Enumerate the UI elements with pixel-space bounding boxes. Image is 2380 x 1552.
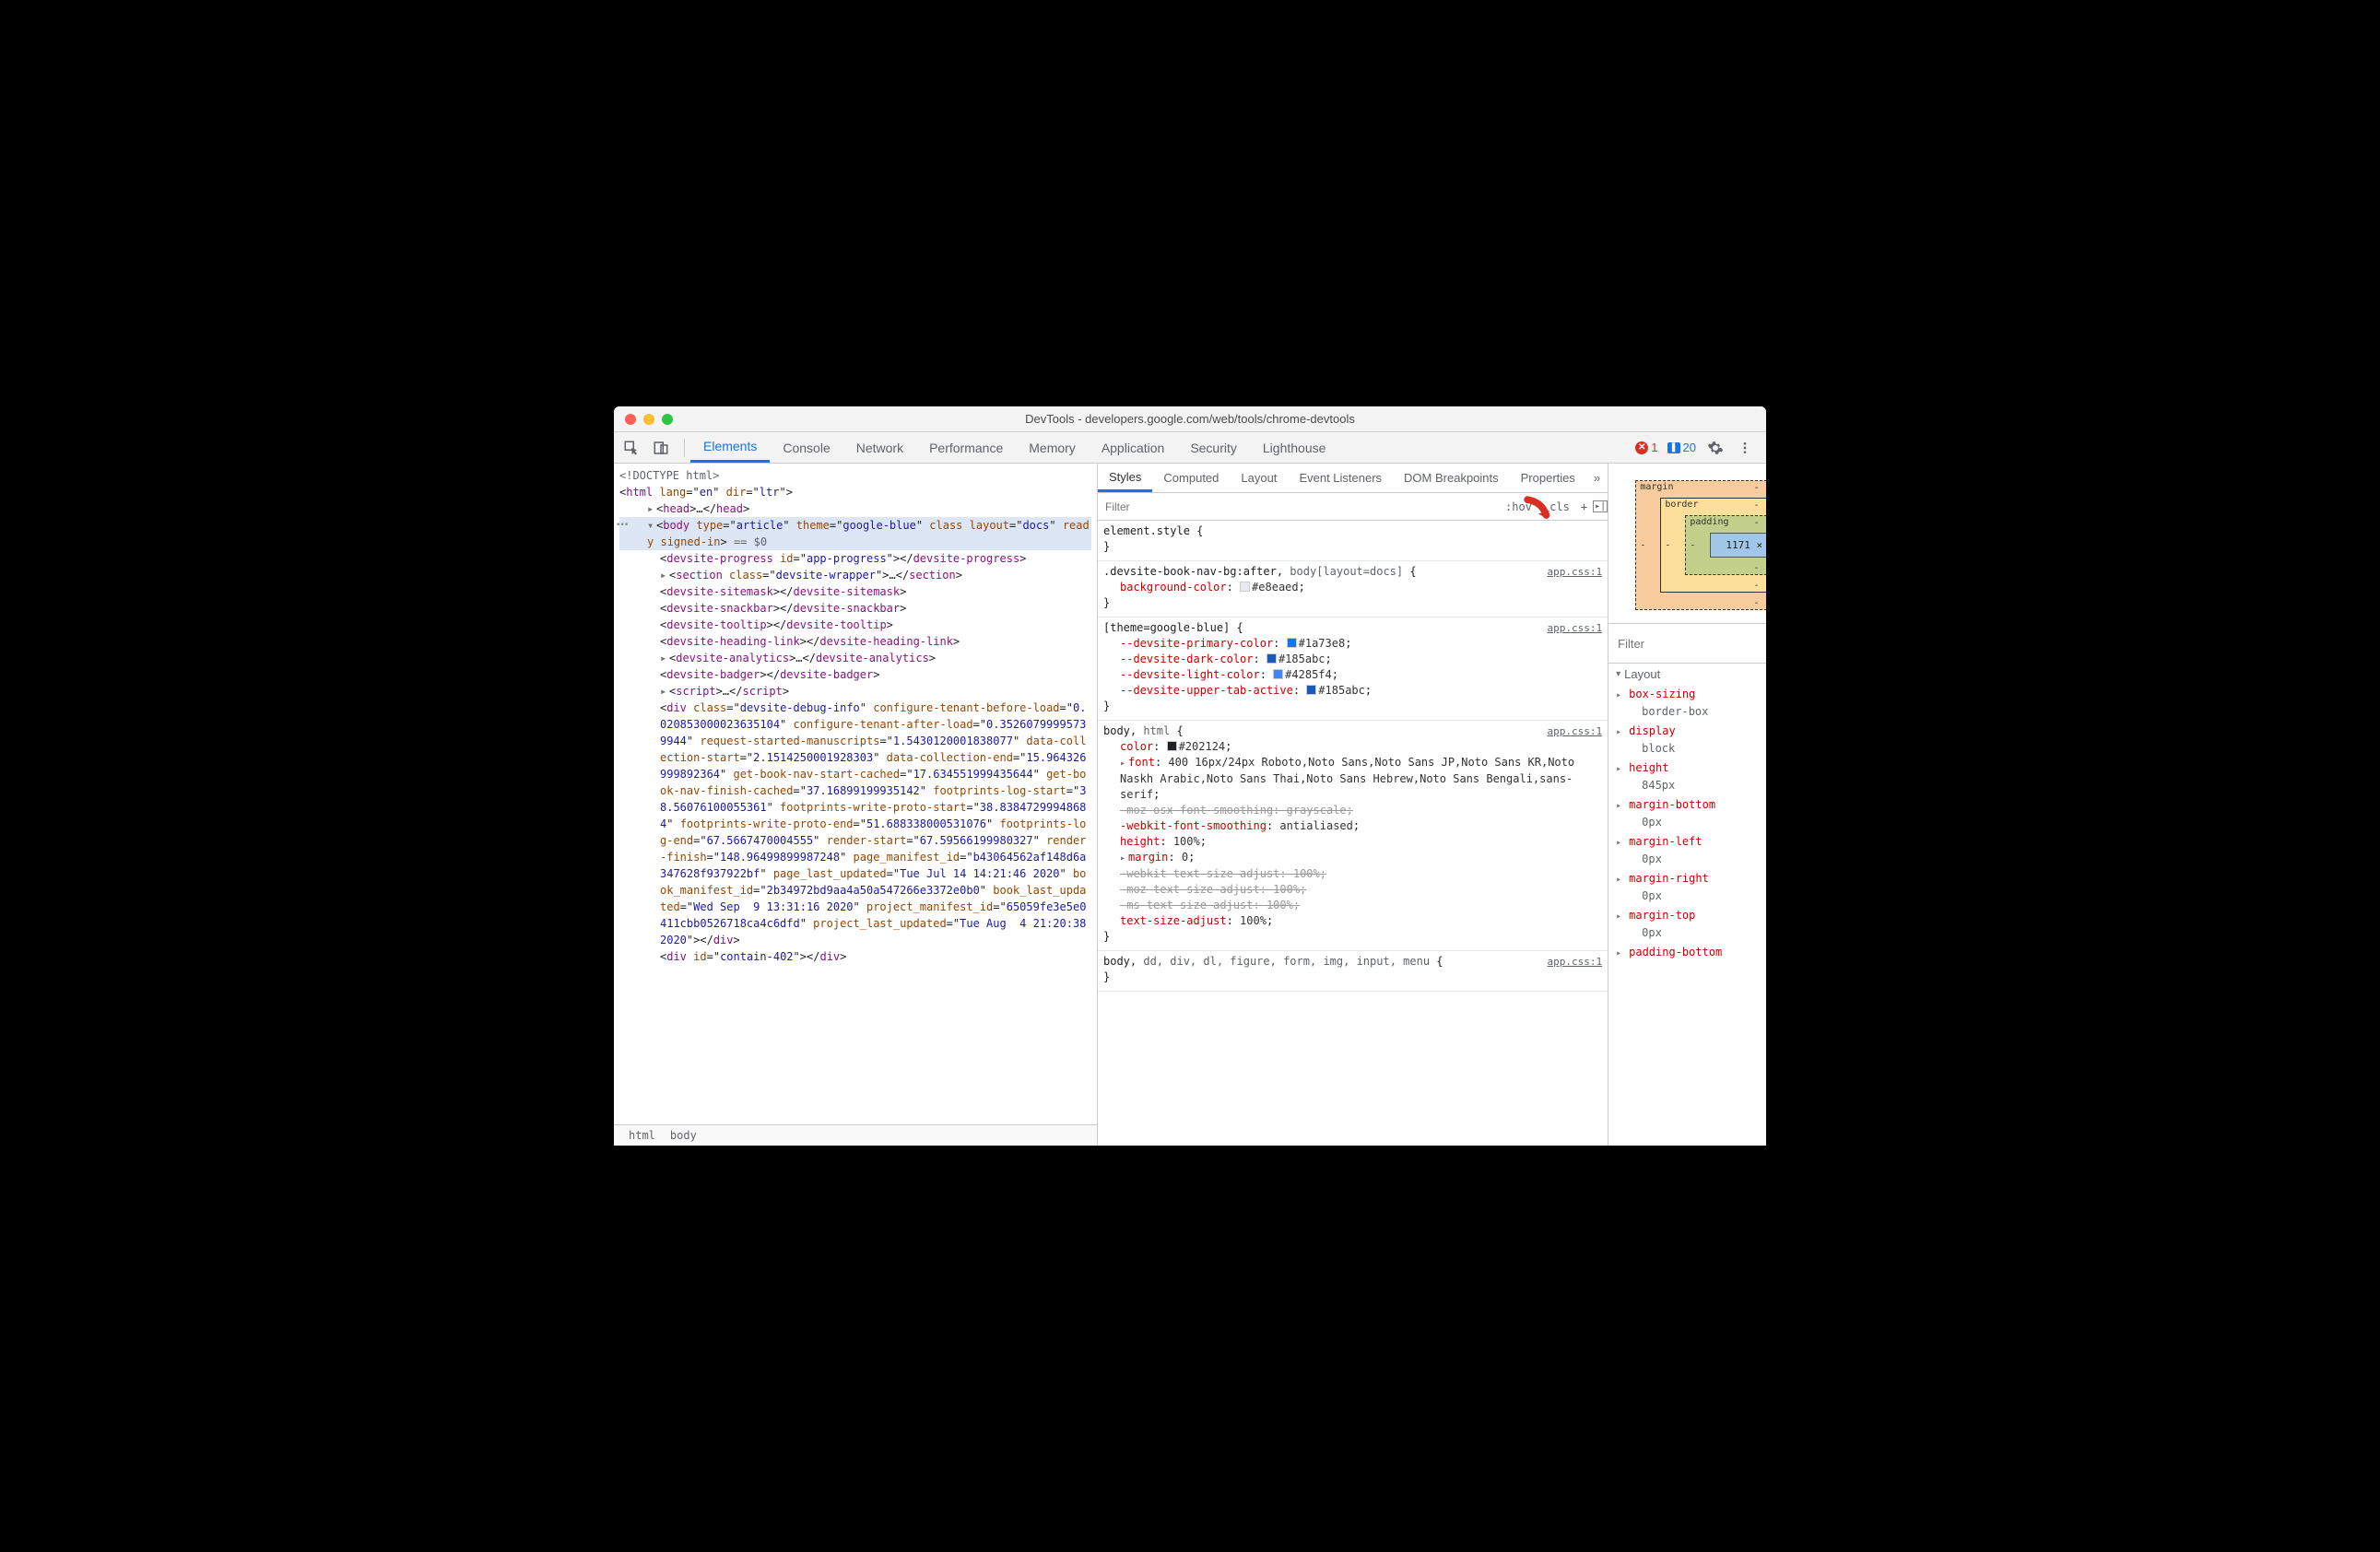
tab-elements[interactable]: Elements (690, 432, 770, 463)
devtools-window: DevTools - developers.google.com/web/too… (614, 406, 1766, 1146)
computed-filter-input[interactable] (1618, 637, 1766, 651)
css-rule[interactable]: app.css:1[theme=google-blue] {--devsite-… (1098, 617, 1608, 721)
subtab-dom-breakpoints[interactable]: DOM Breakpoints (1393, 464, 1510, 492)
subtab-computed[interactable]: Computed (1152, 464, 1230, 492)
issues-count[interactable]: ❚ 20 (1667, 441, 1696, 454)
box-model[interactable]: margin - - - - border - - - - padding (1608, 464, 1766, 624)
device-toggle-icon[interactable] (651, 438, 671, 458)
computed-group-heading[interactable]: ▾ Layout (1608, 664, 1766, 685)
tab-application[interactable]: Application (1089, 432, 1178, 463)
hov-toggle[interactable]: :hov (1500, 500, 1538, 513)
computed-margin-right[interactable]: margin-right0px (1616, 869, 1766, 906)
new-style-button[interactable]: + (1575, 500, 1593, 513)
tab-performance[interactable]: Performance (916, 432, 1016, 463)
computed-properties[interactable]: box-sizingborder-boxdisplayblockheight84… (1608, 685, 1766, 971)
main-toolbar: ElementsConsoleNetworkPerformanceMemoryA… (614, 432, 1766, 464)
error-icon: ✕ (1635, 441, 1648, 454)
styles-subtabs: StylesComputedLayoutEvent ListenersDOM B… (1098, 464, 1608, 493)
maximize-window-button[interactable] (662, 414, 673, 425)
breadcrumb-html[interactable]: html (621, 1127, 663, 1144)
subtab-styles[interactable]: Styles (1098, 464, 1152, 492)
breadcrumb[interactable]: htmlbody (614, 1124, 1097, 1146)
dom-tree[interactable]: <!DOCTYPE html><html lang="en" dir="ltr"… (614, 464, 1097, 1124)
padding-label: padding (1690, 517, 1728, 527)
cls-toggle[interactable]: .cls (1538, 500, 1575, 513)
computed-margin-bottom[interactable]: margin-bottom0px (1616, 795, 1766, 832)
kebab-menu-icon[interactable] (1735, 438, 1755, 458)
computed-height[interactable]: height845px (1616, 758, 1766, 795)
computed-padding-bottom[interactable]: padding-bottom (1616, 943, 1766, 962)
style-menu-icon[interactable]: ▸| (1593, 500, 1608, 512)
tab-network[interactable]: Network (843, 432, 916, 463)
styles-panel: StylesComputedLayoutEvent ListenersDOM B… (1098, 464, 1608, 1146)
tab-security[interactable]: Security (1177, 432, 1250, 463)
main-tabs: ElementsConsoleNetworkPerformanceMemoryA… (690, 432, 1338, 463)
styles-filterbar: :hov .cls + ▸| (1098, 493, 1608, 521)
computed-box-sizing[interactable]: box-sizingborder-box (1616, 685, 1766, 722)
subtab-overflow[interactable]: » (1586, 464, 1608, 492)
border-label: border (1665, 500, 1698, 510)
main-content: <!DOCTYPE html><html lang="en" dir="ltr"… (614, 464, 1766, 1146)
content-size: 1171 × 845 (1710, 533, 1766, 558)
computed-margin-top[interactable]: margin-top0px (1616, 906, 1766, 943)
minimize-window-button[interactable] (643, 414, 654, 425)
computed-panel: margin - - - - border - - - - padding (1608, 464, 1766, 1146)
elements-panel: <!DOCTYPE html><html lang="en" dir="ltr"… (614, 464, 1098, 1146)
css-rule[interactable]: app.css:1body, html {color: #202124;▸fon… (1098, 721, 1608, 951)
css-rule[interactable]: app.css:1.devsite-book-nav-bg:after, bod… (1098, 561, 1608, 617)
tab-lighthouse[interactable]: Lighthouse (1250, 432, 1339, 463)
styles-rules[interactable]: element.style {}app.css:1.devsite-book-n… (1098, 521, 1608, 1146)
close-window-button[interactable] (625, 414, 636, 425)
tab-memory[interactable]: Memory (1016, 432, 1089, 463)
error-count[interactable]: ✕ 1 (1635, 441, 1657, 454)
settings-gear-icon[interactable] (1705, 438, 1726, 458)
issues-icon: ❚ (1667, 442, 1680, 453)
computed-margin-left[interactable]: margin-left0px (1616, 832, 1766, 869)
css-rule[interactable]: element.style {} (1098, 521, 1608, 561)
inspect-element-icon[interactable] (621, 438, 642, 458)
window-title: DevTools - developers.google.com/web/too… (614, 412, 1766, 426)
traffic-lights (614, 414, 673, 425)
margin-label: margin (1640, 482, 1673, 492)
titlebar: DevTools - developers.google.com/web/too… (614, 406, 1766, 432)
subtab-properties[interactable]: Properties (1510, 464, 1586, 492)
subtab-layout[interactable]: Layout (1230, 464, 1288, 492)
css-rule[interactable]: app.css:1body, dd, div, dl, figure, form… (1098, 951, 1608, 992)
tab-console[interactable]: Console (770, 432, 842, 463)
subtab-event-listeners[interactable]: Event Listeners (1288, 464, 1393, 492)
computed-filter-bar: Show all Group (1608, 624, 1766, 664)
styles-filter-input[interactable] (1098, 500, 1500, 513)
breadcrumb-body[interactable]: body (663, 1127, 704, 1144)
computed-display[interactable]: displayblock (1616, 722, 1766, 758)
